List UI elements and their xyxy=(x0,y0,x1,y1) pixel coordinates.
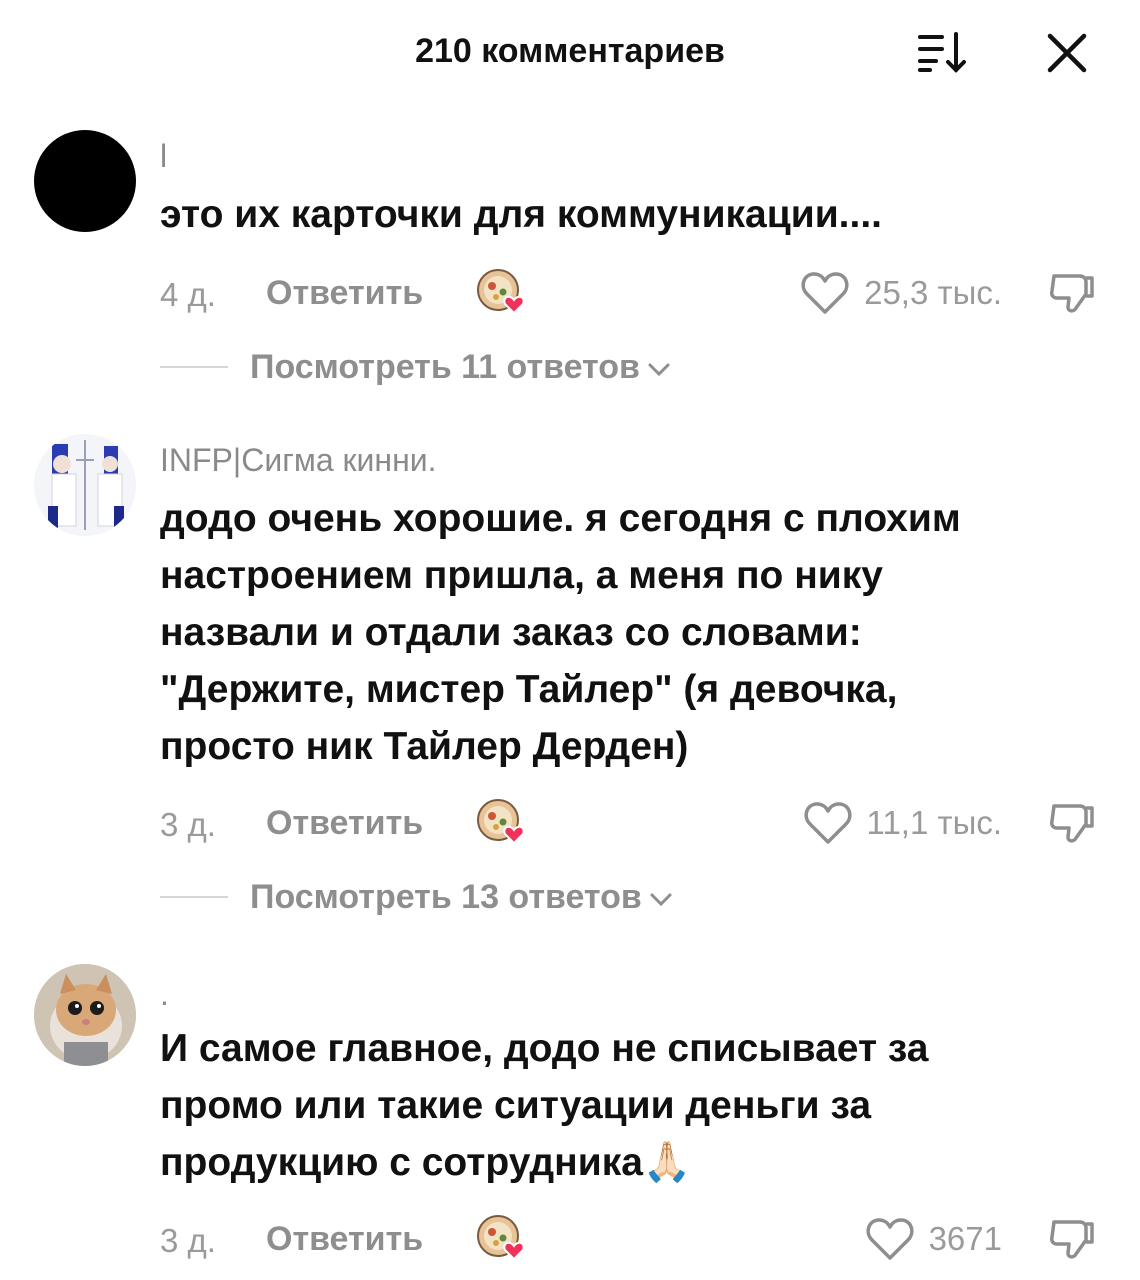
sort-icon xyxy=(918,32,966,73)
creator-liked-icon xyxy=(477,269,525,315)
comment-date: 3 д. xyxy=(160,806,216,843)
like-count: 25,3 тыс. xyxy=(864,274,1002,311)
creator-liked-badge xyxy=(474,266,530,320)
close-icon xyxy=(1047,33,1087,73)
avatar-image xyxy=(34,964,136,1066)
comment-text: додо очень хорошие. я сегодня с плохим н… xyxy=(160,497,961,768)
comment-text: И самое главное, додо не списывает за пр… xyxy=(160,1027,929,1184)
like-count: 3671 xyxy=(928,1220,1002,1257)
close-button[interactable] xyxy=(1040,28,1096,78)
reply-button[interactable]: Ответить xyxy=(266,804,423,843)
comment-username[interactable]: INFP|Сигма кинни. xyxy=(160,442,437,479)
chevron-down-icon xyxy=(650,893,672,907)
creator-liked-badge xyxy=(474,796,530,850)
reply-button[interactable]: Ответить xyxy=(266,274,423,313)
avatar-image xyxy=(34,434,136,536)
heart-outline-icon xyxy=(803,802,852,844)
thumbs-down-icon xyxy=(1050,1220,1094,1259)
thumbs-down-icon xyxy=(1050,274,1094,313)
heart-outline-icon xyxy=(866,1218,914,1260)
comment-username[interactable]: l xyxy=(160,138,167,175)
comment-actions: 4 д. Ответить 25,3 тыс. xyxy=(0,266,1140,326)
comment-actions: 3 д. Ответить 11,1 тыс. xyxy=(0,796,1140,856)
comment-date: 3 д. xyxy=(160,1222,216,1259)
view-replies-button[interactable]: Посмотреть 13 ответов xyxy=(160,872,674,922)
creator-liked-icon xyxy=(477,799,525,845)
comment-username[interactable]: . xyxy=(160,976,169,1013)
avatar[interactable] xyxy=(34,964,136,1066)
dislike-button[interactable] xyxy=(1046,798,1098,848)
dislike-button[interactable] xyxy=(1046,1214,1098,1264)
comment-actions: 3 д. Ответить 3671 xyxy=(0,1212,1140,1272)
like-count: 11,1 тыс. xyxy=(866,804,1002,841)
like-button[interactable]: 25,3 тыс. xyxy=(800,268,1002,318)
avatar[interactable] xyxy=(34,434,136,536)
like-button[interactable]: 11,1 тыс. xyxy=(803,798,1002,848)
sort-button[interactable] xyxy=(912,28,972,78)
reply-button[interactable]: Ответить xyxy=(266,1220,423,1259)
chevron-down-icon xyxy=(648,363,670,377)
creator-liked-icon xyxy=(477,1215,525,1261)
comment-date: 4 д. xyxy=(160,276,216,313)
view-replies-label: Посмотреть 11 ответов xyxy=(250,347,640,386)
comments-header: 210 комментариев xyxy=(0,0,1140,110)
avatar[interactable] xyxy=(34,130,136,232)
view-replies-label: Посмотреть 13 ответов xyxy=(250,877,642,916)
dislike-button[interactable] xyxy=(1046,268,1098,318)
like-button[interactable]: 3671 xyxy=(865,1214,1002,1264)
replies-divider xyxy=(160,896,228,898)
heart-outline-icon xyxy=(801,272,849,314)
comment-text: это их карточки для коммуникации.... xyxy=(160,193,883,236)
creator-liked-badge xyxy=(474,1212,530,1266)
thumbs-down-icon xyxy=(1050,804,1094,843)
view-replies-button[interactable]: Посмотреть 11 ответов xyxy=(160,342,672,392)
replies-divider xyxy=(160,366,228,368)
